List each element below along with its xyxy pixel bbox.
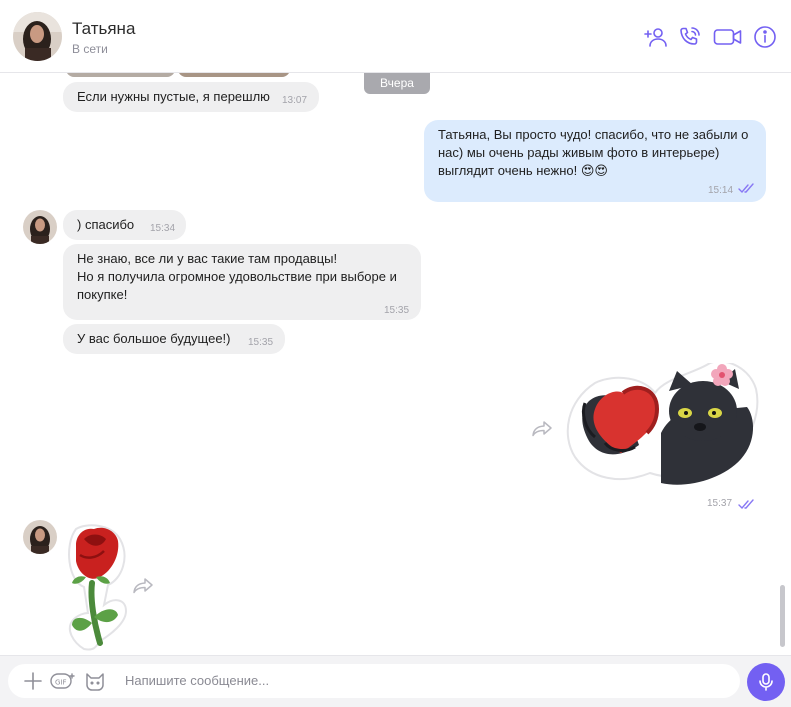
read-check-icon: [738, 181, 756, 199]
message-list[interactable]: Вчера Если нужны пустые, я перешлю 13:07…: [0, 73, 791, 655]
chat-header: Татьяна В сети: [0, 0, 791, 73]
photo-preview[interactable]: [66, 73, 175, 77]
share-icon[interactable]: [132, 577, 154, 595]
gif-icon[interactable]: GIF: [50, 670, 76, 692]
message-composer: GIF Напишите сообщение...: [0, 655, 791, 707]
incoming-message[interactable]: ) спасибо 15:34: [63, 210, 186, 240]
incoming-message[interactable]: Если нужны пустые, я перешлю 13:07: [63, 82, 319, 112]
message-text: Татьяна, Вы просто чудо! спасибо, что не…: [438, 127, 749, 178]
message-time: 15:14: [708, 185, 734, 196]
svg-text:GIF: GIF: [55, 679, 67, 687]
call-icon[interactable]: [678, 25, 702, 49]
message-text: Если нужны пустые, я перешлю: [77, 89, 270, 104]
avatar[interactable]: [23, 520, 57, 554]
read-check-icon: [738, 497, 756, 515]
date-divider: Вчера: [364, 73, 430, 94]
message-time: 13:07: [282, 95, 308, 106]
info-icon[interactable]: [753, 25, 777, 49]
message-text: У вас большое будущее!): [77, 331, 231, 346]
sticker-icon[interactable]: [84, 670, 106, 692]
video-icon[interactable]: [713, 25, 743, 49]
incoming-message[interactable]: Не знаю, все ли у вас такие там продавцы…: [63, 244, 421, 320]
panther-heart-sticker[interactable]: [565, 360, 761, 493]
message-time: 15:35: [384, 305, 410, 316]
message-text: ) спасибо: [77, 217, 135, 232]
share-icon[interactable]: [531, 420, 553, 438]
avatar[interactable]: [13, 12, 62, 61]
red-rose-sticker[interactable]: [62, 523, 128, 651]
scrollbar[interactable]: [780, 585, 785, 647]
message-input[interactable]: [8, 664, 740, 698]
contact-name[interactable]: Татьяна: [72, 19, 135, 39]
add-contact-icon[interactable]: [644, 25, 668, 49]
incoming-message[interactable]: У вас большое будущее!) 15:35: [63, 324, 285, 354]
mic-icon: [756, 672, 776, 697]
message-time: 15:37: [707, 498, 733, 509]
plus-icon[interactable]: [22, 670, 44, 692]
message-time: 15:34: [150, 223, 176, 234]
contact-status: В сети: [72, 42, 108, 56]
message-text: Не знаю, все ли у вас такие там продавцы…: [77, 251, 397, 302]
outgoing-message[interactable]: Татьяна, Вы просто чудо! спасибо, что не…: [424, 120, 766, 202]
photo-preview[interactable]: [178, 73, 290, 77]
message-time: 15:35: [248, 337, 274, 348]
mic-button[interactable]: [747, 663, 785, 701]
avatar[interactable]: [23, 210, 57, 244]
message-placeholder: Напишите сообщение...: [125, 673, 270, 688]
